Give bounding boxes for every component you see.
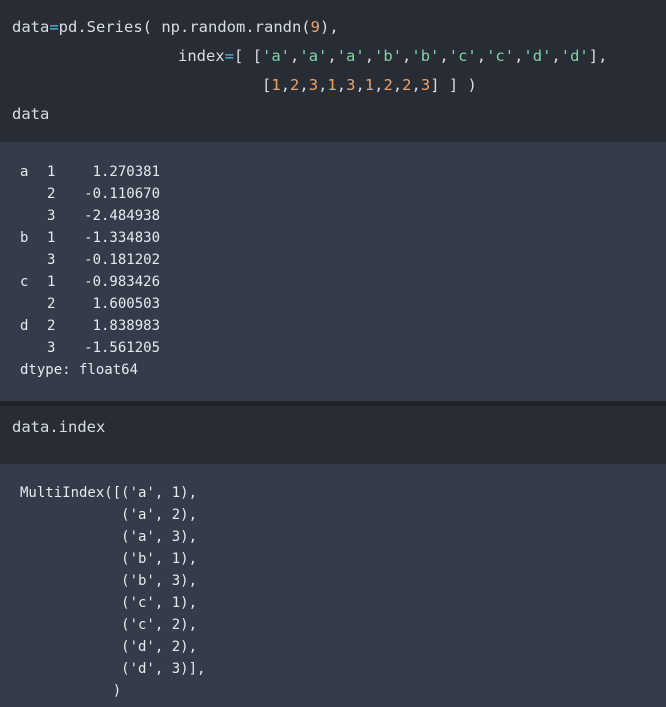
comma: , [439, 47, 449, 65]
kw-index: index [178, 47, 225, 65]
index-string: 'b' [411, 47, 440, 65]
close-bracket: ], [588, 47, 608, 65]
code-line-data-index: data.index [12, 418, 106, 436]
comma: , [551, 47, 561, 65]
level0-label: d [20, 318, 29, 334]
index-string: 'a' [336, 47, 365, 65]
series-row: b 1 -1.334830 [20, 227, 646, 249]
num-9: 9 [310, 18, 320, 36]
multiindex-line: ) [20, 683, 122, 699]
code-line-4: data [12, 105, 50, 123]
multiindex-line: ('b', 3), [20, 573, 198, 589]
assign-op-2: = [224, 47, 235, 65]
index-string: 'd' [523, 47, 552, 65]
comma: , [402, 47, 412, 65]
comma: , [355, 76, 365, 94]
multiindex-line: ('c', 2), [20, 617, 198, 633]
index-number: 2 [402, 76, 412, 94]
comma: , [290, 47, 300, 65]
comma: , [327, 47, 337, 65]
index-numbers: 1,2,3,1,3,1,2,2,3 [271, 76, 430, 94]
multiindex-output: MultiIndex([('a', 1), ('a', 2), ('a', 3)… [20, 482, 646, 702]
comma: , [364, 47, 375, 65]
index-string: 'c' [486, 47, 515, 65]
var-data: data [12, 18, 50, 36]
call-series: pd.Series( [58, 18, 152, 36]
comma: , [476, 47, 487, 65]
level1-label: 1 [47, 274, 56, 290]
multiindex-line: ('a', 2), [20, 507, 198, 523]
level1-label: 2 [47, 318, 56, 334]
multiindex-line: ('d', 2), [20, 639, 198, 655]
code-line-3: [1,2,3,1,3,1,2,2,3] ] ) [262, 71, 477, 100]
comma: , [280, 76, 291, 94]
series-value: 1.838983 [92, 318, 160, 334]
series-value: 1.270381 [92, 164, 160, 180]
series-row: c 1 -0.983426 [20, 271, 646, 293]
series-row: 2 1.600503 [20, 293, 646, 315]
close-paren: ), [319, 18, 339, 36]
series-value: -0.983426 [84, 274, 160, 290]
close-brackets: ] ] ) [430, 76, 477, 94]
dtype-line: dtype: float64 [20, 362, 139, 378]
index-number: 1 [271, 76, 281, 94]
level0-label: a [20, 164, 29, 180]
index-number: 3 [420, 76, 431, 94]
code-line-2: index=[ ['a','a','a','b','b','c','c','d'… [178, 42, 607, 71]
index-number: 3 [308, 76, 319, 94]
open-brackets: [ [ [234, 47, 263, 65]
index-number: 2 [290, 76, 300, 94]
series-value: -0.181202 [84, 252, 160, 268]
index-string: 'b' [374, 47, 403, 65]
open-bracket: [ [262, 76, 272, 94]
series-row: 3 -1.561205 [20, 337, 646, 359]
series-output: a 1 1.270381 2 -0.110670 3 -2.484938 b 1 -1.33483… [20, 161, 646, 359]
multiindex-line: MultiIndex([('a', 1), [20, 485, 198, 501]
level1-label: 2 [47, 186, 56, 202]
index-string: 'c' [448, 47, 477, 65]
index-strings: 'a','a','a','b','b','c','c','d','d' [262, 47, 589, 65]
level0-label: c [20, 274, 29, 290]
comma: , [299, 76, 309, 94]
index-string: 'a' [299, 47, 328, 65]
index-number: 2 [383, 76, 393, 94]
code-cell-2[interactable]: data.index [0, 406, 666, 464]
comma: , [336, 76, 347, 94]
comma: , [318, 76, 328, 94]
multiindex-line: ('a', 3), [20, 529, 198, 545]
series-row: 2 -0.110670 [20, 183, 646, 205]
comma: , [392, 76, 403, 94]
index-string: 'a' [262, 47, 291, 65]
code-cell-1[interactable]: data=pd.Series( np.random.randn(9), inde… [0, 0, 666, 142]
series-value: -1.561205 [84, 340, 160, 356]
multiindex-line: ('b', 1), [20, 551, 198, 567]
series-value: -1.334830 [84, 230, 160, 246]
index-number: 1 [364, 76, 375, 94]
series-value: -2.484938 [84, 208, 160, 224]
call-randn: np.random.randn( [152, 18, 311, 36]
assign-op: = [49, 18, 59, 36]
level0-label: b [20, 230, 29, 246]
level1-label: 2 [47, 296, 56, 312]
level1-label: 1 [47, 164, 56, 180]
series-row: 3 -0.181202 [20, 249, 646, 271]
index-string: 'd' [560, 47, 589, 65]
series-value: 1.600503 [92, 296, 160, 312]
multiindex-line: ('c', 1), [20, 595, 198, 611]
series-row: 3 -2.484938 [20, 205, 646, 227]
series-row: d 2 1.838983 [20, 315, 646, 337]
comma: , [411, 76, 421, 94]
series-value: -0.110670 [84, 186, 160, 202]
output-cell-1: a 1 1.270381 2 -0.110670 3 -2.484938 b 1 -1.33483… [0, 142, 666, 401]
multiindex-line: ('d', 3)], [20, 661, 206, 677]
level1-label: 3 [47, 340, 56, 356]
level1-label: 3 [47, 208, 56, 224]
level1-label: 1 [47, 230, 56, 246]
code-line-1: data=pd.Series( np.random.randn(9), [12, 13, 339, 42]
series-row: a 1 1.270381 [20, 161, 646, 183]
level1-label: 3 [47, 252, 56, 268]
output-cell-2: MultiIndex([('a', 1), ('a', 2), ('a', 3)… [0, 464, 666, 707]
index-number: 1 [327, 76, 337, 94]
